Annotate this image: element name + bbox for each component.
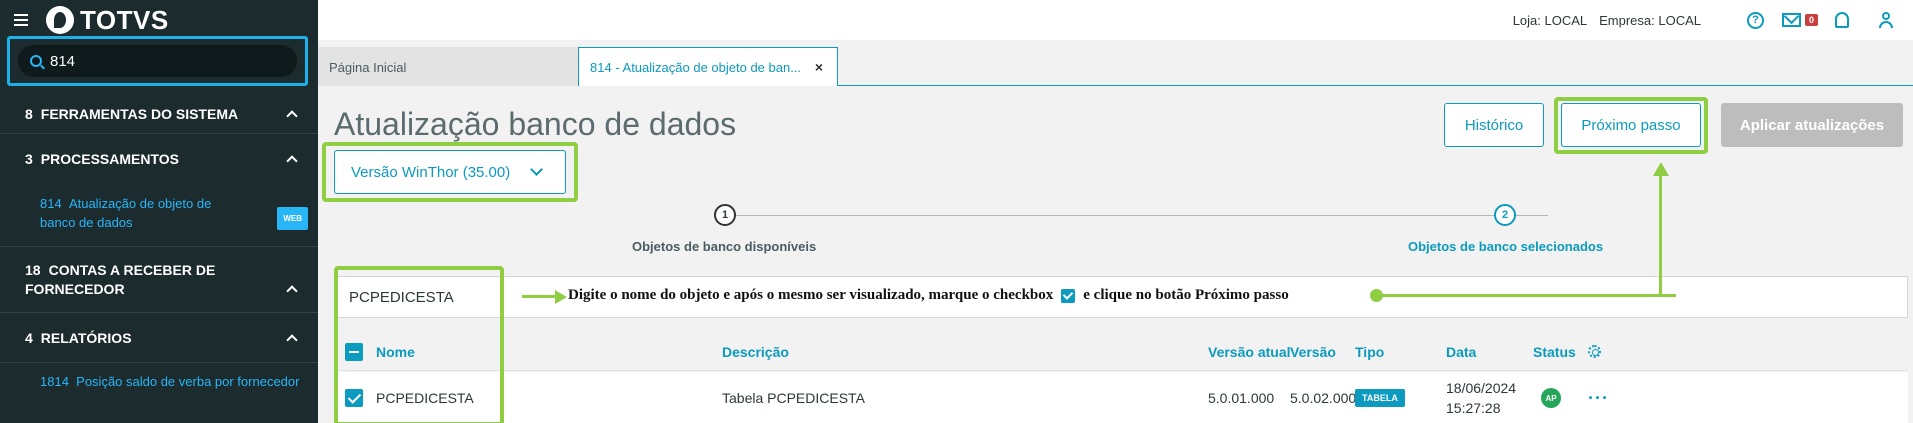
menu-group-label: FERRAMENTAS DO SISTEMA xyxy=(40,106,239,122)
menu-item-num: 1814 xyxy=(40,374,69,389)
mail-count-badge: 0 xyxy=(1805,14,1819,26)
status-badge: AP xyxy=(1541,388,1561,408)
step-2-label: Objetos de banco selecionados xyxy=(1408,239,1604,254)
step-1-circle[interactable]: 1 xyxy=(714,204,736,226)
cell-status: AP xyxy=(1541,372,1561,423)
menu-group-label: PROCESSAMENTOS xyxy=(40,151,180,167)
annotation-connector-v xyxy=(1659,166,1662,297)
menu-group-contas-receber[interactable]: 18 CONTAS A RECEBER DE FORNECEDOR xyxy=(0,247,318,313)
menu-group-num: 8 xyxy=(25,106,33,122)
menu-group-ferramentas[interactable]: 8 FERRAMENTAS DO SISTEMA xyxy=(0,94,318,134)
aplicar-atualizacoes-button[interactable]: Aplicar atualizações xyxy=(1721,103,1903,147)
cell-versao-atual: 5.0.01.000 xyxy=(1208,390,1275,406)
cell-tipo: TABELA xyxy=(1355,372,1405,423)
page-title: Atualização banco de dados xyxy=(334,106,737,142)
col-descricao[interactable]: Descrição xyxy=(722,333,789,370)
empresa-label: Empresa: LOCAL xyxy=(1599,12,1701,28)
logo-text: TOTVS xyxy=(80,4,169,35)
col-data[interactable]: Data xyxy=(1446,333,1476,370)
search-icon xyxy=(30,55,42,67)
menu-group-num: 4 xyxy=(25,330,33,346)
search-highlight: 814 xyxy=(7,36,308,86)
cell-data-time: 15:27:28 xyxy=(1446,400,1501,416)
col-tipo[interactable]: Tipo xyxy=(1355,333,1384,370)
menu-group-label: CONTAS A RECEBER DE FORNECEDOR xyxy=(25,262,216,297)
stepper-line xyxy=(728,215,1548,216)
sidebar: TOTVS 814 8 FERRAMENTAS DO SISTEMA 3 PROCE… xyxy=(0,0,318,423)
chevron-up-icon xyxy=(286,285,298,297)
mail-icon[interactable]: 0 xyxy=(1782,13,1819,27)
loja-label: Loja: LOCAL xyxy=(1512,12,1588,28)
cell-descricao: Tabela PCPEDICESTA xyxy=(722,390,865,406)
totvs-logo: TOTVS xyxy=(46,5,169,36)
chevron-up-icon xyxy=(286,334,298,346)
menu-item-label: Posição saldo de verba por fornecedor xyxy=(76,374,300,389)
menu-item-num: 814 xyxy=(40,196,62,211)
table-row[interactable]: PCPEDICESTA Tabela PCPEDICESTA 5.0.01.00… xyxy=(334,372,1908,423)
step-2-circle[interactable]: 2 xyxy=(1494,204,1516,226)
menu-search-input[interactable]: 814 xyxy=(18,45,297,77)
menu-group-num: 3 xyxy=(25,151,33,167)
more-options-icon[interactable]: ··· xyxy=(1588,388,1609,409)
top-header: Loja: LOCAL Empresa: LOCAL ? 0 xyxy=(318,0,1913,40)
cell-versao: 5.0.02.000 xyxy=(1290,390,1357,406)
sidebar-item-814[interactable]: 814 Atualização de objeto de banco de da… xyxy=(0,194,318,232)
step-1-label: Objetos de banco disponíveis xyxy=(632,239,817,254)
web-badge: WEB xyxy=(277,207,308,230)
menu-group-processamentos[interactable]: 3 PROCESSAMENTOS 814 Atualização de objet… xyxy=(0,134,318,247)
checkbox-icon xyxy=(1061,288,1076,303)
search-value: 814 xyxy=(50,52,76,70)
table-header: Nome Descrição Versão atual Versão Tipo … xyxy=(334,333,1908,371)
cell-data: 18/06/2024 15:27:28 xyxy=(1446,372,1516,423)
bell-icon[interactable] xyxy=(1835,12,1849,28)
menu-group-num: 18 xyxy=(25,262,41,278)
col-status[interactable]: Status xyxy=(1533,333,1576,370)
annotation-arrow-up xyxy=(1653,162,1669,176)
menu-group-label: RELATÓRIOS xyxy=(40,330,132,346)
column-settings-cell xyxy=(1588,333,1601,370)
annotation-arrow xyxy=(522,295,558,298)
chevron-up-icon xyxy=(286,110,298,122)
instruction-text-2: e clique no botão Próximo passo xyxy=(1083,287,1289,303)
hamburger-menu-icon[interactable] xyxy=(14,14,28,26)
help-icon[interactable]: ? xyxy=(1747,11,1764,29)
col-versao[interactable]: Versão xyxy=(1290,333,1336,370)
tab-atualizacao[interactable]: 814 - Atualização de objeto de ban... × xyxy=(578,47,838,87)
sidebar-item-1814[interactable]: 1814 Posição saldo de verba por forneced… xyxy=(0,372,299,391)
cell-data-date: 18/06/2024 xyxy=(1446,380,1517,396)
close-icon[interactable]: × xyxy=(815,59,823,75)
tipo-badge: TABELA xyxy=(1355,389,1405,407)
menu-item-label: Atualização de objeto de banco de dados xyxy=(40,196,212,230)
chevron-up-icon xyxy=(286,155,298,167)
version-select-value: Versão WinThor (35.00) xyxy=(351,163,511,181)
version-select[interactable]: Versão WinThor (35.00) xyxy=(334,150,566,194)
proximo-passo-button[interactable]: Próximo passo xyxy=(1561,103,1701,147)
tab-bar: Página Inicial 814 - Atualização de obje… xyxy=(318,47,1913,87)
annotation-arrow-head xyxy=(555,290,567,304)
tab-label: 814 - Atualização de objeto de ban... xyxy=(590,59,802,75)
user-icon[interactable] xyxy=(1879,12,1893,28)
historico-button[interactable]: Histórico xyxy=(1444,103,1544,147)
tab-pagina-inicial[interactable]: Página Inicial xyxy=(318,47,578,87)
highlight-filter-and-row xyxy=(334,266,504,423)
tab-label: Página Inicial xyxy=(329,59,407,75)
col-versao-atual[interactable]: Versão atual xyxy=(1208,333,1291,370)
gear-icon[interactable] xyxy=(1588,345,1601,358)
chevron-down-icon xyxy=(530,163,543,176)
main-content: Atualização banco de dados Histórico Pró… xyxy=(318,86,1913,423)
totvs-logo-icon xyxy=(46,6,74,34)
menu-group-relatorios[interactable]: 4 RELATÓRIOS xyxy=(0,313,318,363)
cell-actions: ··· xyxy=(1588,372,1609,423)
sidebar-top: TOTVS xyxy=(0,0,318,40)
annotation-instruction: Digite o nome do objeto e após o mesmo s… xyxy=(568,287,1289,304)
instruction-text-1: Digite o nome do objeto e após o mesmo s… xyxy=(568,287,1054,303)
annotation-connector-h xyxy=(1380,294,1676,297)
